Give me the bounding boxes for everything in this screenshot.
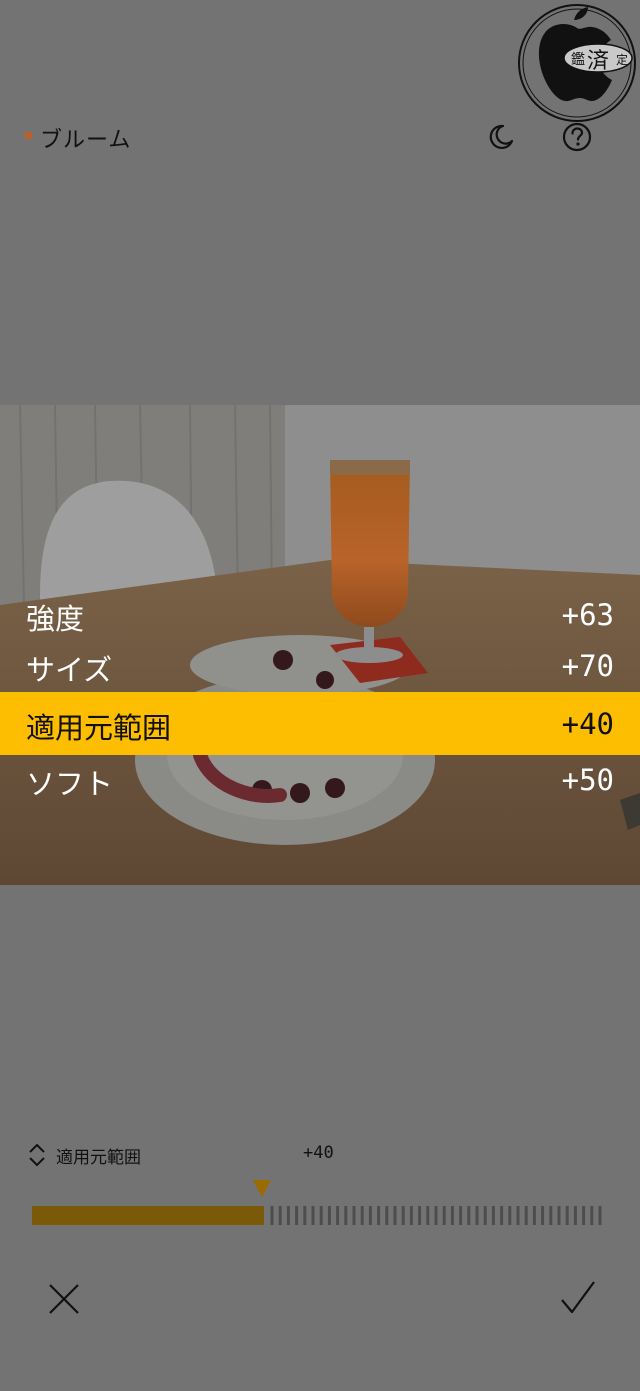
tool-title: ブルーム [40,128,132,153]
adjustment-label: 強度 [26,602,85,636]
adjustment-label: 適用元範囲 [26,711,172,745]
tool-header: ブルーム [0,110,640,164]
adjustment-row-size[interactable]: サイズ +70 [0,641,640,692]
stamp-char-right: 定 [616,52,628,67]
slider-value: +40 [303,1143,334,1163]
adjustment-list: 強度 +63 サイズ +70 適用元範囲 +40 ソフト +50 [0,590,640,806]
adjustment-value: +70 [561,649,614,683]
close-icon[interactable] [45,1280,83,1318]
adjustment-slider[interactable] [32,1180,612,1230]
slider-fill [32,1206,264,1225]
stamp-char-center: 済 [587,49,609,74]
checkmark-icon[interactable] [558,1278,598,1318]
adjustment-row-soft[interactable]: ソフト +50 [0,755,640,806]
verified-stamp-logo: 鑑 済 定 [518,4,636,122]
adjustment-row-source-range[interactable]: 適用元範囲 +40 [0,692,640,755]
up-down-chevron-icon[interactable] [27,1141,47,1169]
help-icon[interactable] [561,121,593,153]
slider-label: 適用元範囲 [56,1148,141,1168]
adjustment-value: +63 [561,598,614,632]
moon-icon[interactable] [486,122,516,152]
slider-ticks [270,1206,602,1225]
adjustment-value: +50 [561,763,614,797]
adjustment-row-intensity[interactable]: 強度 +63 [0,590,640,641]
title-marker [25,132,32,139]
adjustment-value: +40 [561,707,614,741]
slider-header: 適用元範囲 +40 [0,1140,640,1170]
stamp-char-left: 鑑 [571,51,585,68]
adjustment-label: サイズ [26,653,113,687]
adjustment-label: ソフト [26,767,114,801]
